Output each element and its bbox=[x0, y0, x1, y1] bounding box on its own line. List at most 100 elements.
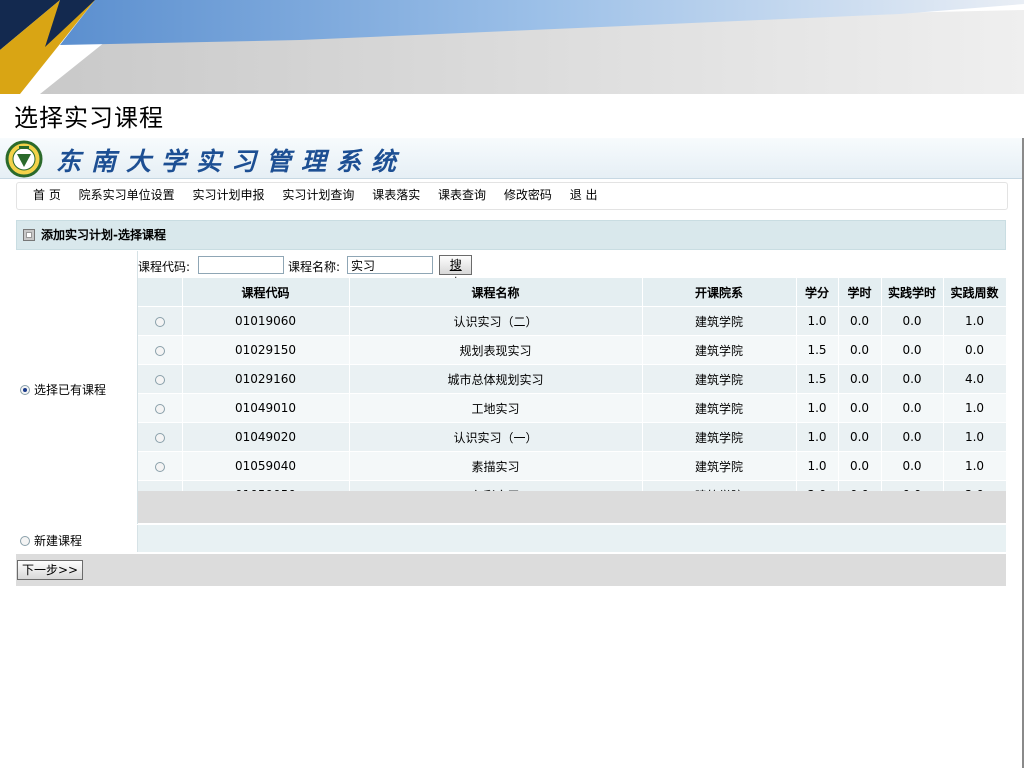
table-row: 01029150 规划表现实习 建筑学院 1.5 0.0 0.0 0.0 bbox=[138, 335, 1007, 365]
row-select-cell bbox=[138, 335, 183, 365]
row-radio[interactable] bbox=[154, 461, 165, 472]
cell-credit: 1.5 bbox=[796, 335, 839, 365]
row-radio[interactable] bbox=[154, 432, 165, 443]
course-name-input[interactable] bbox=[347, 256, 433, 274]
cell-dept: 建筑学院 bbox=[642, 451, 797, 481]
next-step-button[interactable]: 下一步>> bbox=[17, 560, 84, 580]
cell-name: 认识实习（一） bbox=[349, 422, 643, 452]
table-row: 01049010 工地实习 建筑学院 1.0 0.0 0.0 1.0 bbox=[138, 393, 1007, 423]
slide-banner bbox=[0, 0, 1024, 94]
cell-dept: 建筑学院 bbox=[642, 335, 797, 365]
slide-title: 选择实习课程 bbox=[14, 104, 164, 132]
table-row: 01029160 城市总体规划实习 建筑学院 1.5 0.0 0.0 4.0 bbox=[138, 364, 1007, 394]
cell-code: 01019060 bbox=[182, 306, 350, 336]
cell-credit: 1.5 bbox=[796, 364, 839, 394]
radio-new-course[interactable] bbox=[20, 535, 30, 546]
row-radio[interactable] bbox=[154, 374, 165, 385]
row-select-cell bbox=[138, 422, 183, 452]
app-title: 东南大学实习管理系统 bbox=[56, 147, 407, 176]
cell-hours: 0.0 bbox=[838, 306, 882, 336]
course-code-input[interactable] bbox=[198, 256, 284, 274]
cell-practice-hours: 0.0 bbox=[881, 422, 944, 452]
row-select-cell bbox=[138, 306, 183, 336]
nav-home[interactable]: 首 页 bbox=[33, 183, 61, 207]
nav-dept-unit-settings[interactable]: 院系实习单位设置 bbox=[79, 183, 175, 207]
cell-name: 工地实习 bbox=[349, 393, 643, 423]
row-radio[interactable] bbox=[154, 403, 165, 414]
col-header-dept: 开课院系 bbox=[642, 278, 797, 307]
nav-schedule-confirm[interactable]: 课表落实 bbox=[372, 183, 420, 207]
cell-practice-hours: 0.0 bbox=[881, 393, 944, 423]
cell-name: 城市总体规划实习 bbox=[349, 364, 643, 394]
cell-code: 01049020 bbox=[182, 422, 350, 452]
col-header-weeks: 实践周数 bbox=[943, 278, 1007, 307]
app-window: 东南大学实习管理系统 首 页 院系实习单位设置 实习计划申报 实习计划查询 课表… bbox=[0, 138, 1024, 768]
course-name-label: 课程名称: bbox=[288, 260, 341, 274]
cell-practice-hours: 0.0 bbox=[881, 451, 944, 481]
cell-dept: 建筑学院 bbox=[642, 393, 797, 423]
cell-code: 01029160 bbox=[182, 364, 350, 394]
course-table: 课程代码 课程名称 开课院系 学分 学时 实践学时 实践周数 01019060 … bbox=[138, 278, 1007, 510]
cell-hours: 0.0 bbox=[838, 364, 882, 394]
panel-collapse-icon bbox=[23, 228, 35, 241]
cell-weeks: 4.0 bbox=[943, 364, 1007, 394]
table-row: 01019060 认识实习（二） 建筑学院 1.0 0.0 0.0 1.0 bbox=[138, 306, 1007, 336]
panel-title: 添加实习计划-选择课程 bbox=[16, 220, 1006, 250]
cell-hours: 0.0 bbox=[838, 422, 882, 452]
cell-dept: 建筑学院 bbox=[642, 422, 797, 452]
col-header-name: 课程名称 bbox=[349, 278, 643, 307]
option-new-row bbox=[16, 525, 1006, 552]
cell-code: 01059040 bbox=[182, 451, 350, 481]
university-emblem-icon bbox=[5, 140, 43, 178]
row-select-cell bbox=[138, 451, 183, 481]
cell-credit: 1.0 bbox=[796, 422, 839, 452]
col-header-hours: 学时 bbox=[838, 278, 882, 307]
cell-code: 01049010 bbox=[182, 393, 350, 423]
cell-credit: 1.0 bbox=[796, 393, 839, 423]
panel-title-text: 添加实习计划-选择课程 bbox=[41, 228, 166, 242]
cell-credit: 1.0 bbox=[796, 451, 839, 481]
cell-dept: 建筑学院 bbox=[642, 364, 797, 394]
app-header: 东南大学实习管理系统 bbox=[0, 138, 1022, 179]
cell-name: 规划表现实习 bbox=[349, 335, 643, 365]
banner-graphic bbox=[0, 0, 1024, 94]
cell-weeks: 1.0 bbox=[943, 306, 1007, 336]
cell-credit: 1.0 bbox=[796, 306, 839, 336]
nav-plan-apply[interactable]: 实习计划申报 bbox=[193, 183, 265, 207]
cell-weeks: 0.0 bbox=[943, 335, 1007, 365]
cell-practice-hours: 0.0 bbox=[881, 335, 944, 365]
course-code-label: 课程代码: bbox=[138, 260, 191, 274]
cell-hours: 0.0 bbox=[838, 393, 882, 423]
option-existing-label: 选择已有课程 bbox=[34, 383, 107, 397]
nav-logout[interactable]: 退 出 bbox=[570, 183, 598, 207]
cell-weeks: 1.0 bbox=[943, 422, 1007, 452]
col-header-select bbox=[138, 278, 183, 307]
row-select-cell bbox=[138, 393, 183, 423]
row-radio[interactable] bbox=[154, 345, 165, 356]
cell-weeks: 1.0 bbox=[943, 393, 1007, 423]
search-course-button[interactable]: 搜索课程... bbox=[439, 255, 473, 326]
nav-plan-query[interactable]: 实习计划查询 bbox=[282, 183, 354, 207]
col-header-practice-hours: 实践学时 bbox=[881, 278, 944, 307]
footer-bar: 下一步>> bbox=[16, 554, 1006, 586]
option-existing[interactable]: 选择已有课程 bbox=[20, 381, 106, 398]
option-existing-cell: 选择已有课程 bbox=[16, 251, 138, 524]
cell-hours: 0.0 bbox=[838, 335, 882, 365]
radio-existing-course[interactable] bbox=[20, 384, 30, 395]
col-header-credit: 学分 bbox=[796, 278, 839, 307]
nav-schedule-query[interactable]: 课表查询 bbox=[438, 183, 486, 207]
cell-practice-hours: 0.0 bbox=[881, 364, 944, 394]
cell-name: 素描实习 bbox=[349, 451, 643, 481]
nav-change-password[interactable]: 修改密码 bbox=[504, 183, 552, 207]
option-new-label: 新建课程 bbox=[34, 534, 83, 548]
row-radio[interactable] bbox=[154, 316, 165, 327]
col-header-code: 课程代码 bbox=[182, 278, 350, 307]
table-row: 01049020 认识实习（一） 建筑学院 1.0 0.0 0.0 1.0 bbox=[138, 422, 1007, 452]
cell-hours: 0.0 bbox=[838, 451, 882, 481]
option-new[interactable]: 新建课程 bbox=[20, 532, 82, 549]
table-row: 01059040 素描实习 建筑学院 1.0 0.0 0.0 1.0 bbox=[138, 451, 1007, 481]
row-select-cell bbox=[138, 364, 183, 394]
option-new-cell: 新建课程 bbox=[16, 525, 138, 552]
cell-code: 01029150 bbox=[182, 335, 350, 365]
table-pager-area bbox=[138, 491, 1006, 523]
